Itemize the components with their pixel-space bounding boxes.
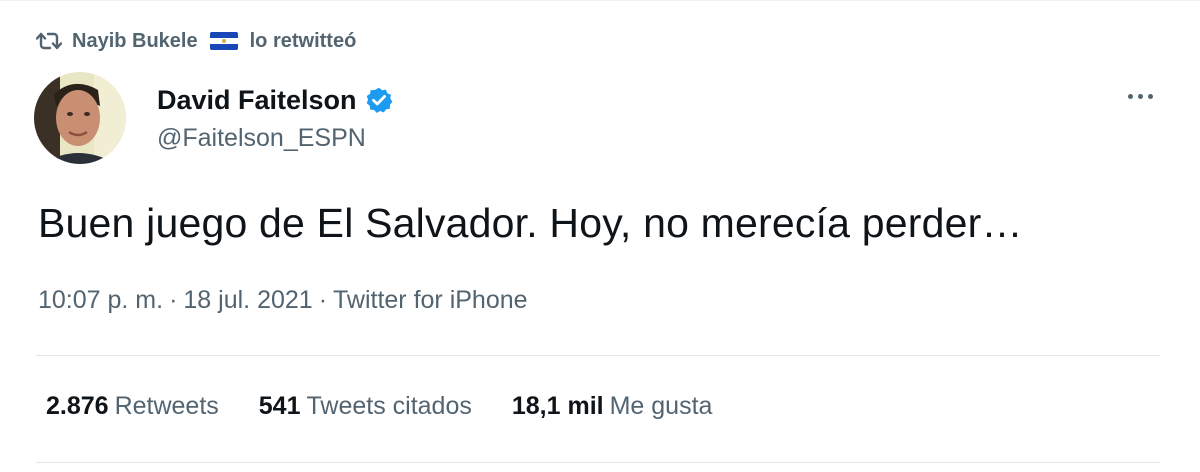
more-options-icon[interactable] (1120, 84, 1160, 108)
quote-tweets-stat[interactable]: 541 Tweets citados (259, 392, 472, 421)
engagement-stats: 2.876 Retweets 541 Tweets citados 18,1 mil… (46, 392, 712, 421)
retweet-suffix: lo retwitteó (249, 29, 357, 52)
likes-label: Me gusta (609, 392, 713, 420)
tweet-meta: 10:07 p. m. · 18 jul. 2021 · Twitter for iPh… (38, 286, 528, 315)
quote-tweets-label: Tweets citados (306, 392, 472, 420)
likes-stat[interactable]: 18,1 mil Me gusta (512, 392, 713, 421)
tweet-date[interactable]: 18 jul. 2021 (183, 286, 312, 314)
author-block[interactable]: David Faitelson @Faitelson_ESPN (157, 80, 393, 153)
retweet-icon (36, 30, 62, 52)
el-salvador-flag-icon (209, 32, 238, 50)
retweets-label: Retweets (114, 392, 219, 420)
retweeter-name[interactable]: Nayib Bukele (72, 30, 198, 53)
author-handle[interactable]: @Faitelson_ESPN (157, 124, 393, 153)
retweets-stat[interactable]: 2.876 Retweets (46, 392, 219, 421)
retweets-count: 2.876 (46, 392, 109, 420)
tweet-time[interactable]: 10:07 p. m. (38, 286, 163, 314)
tweet-text: Buen juego de El Salvador. Hoy, no merec… (38, 200, 1023, 246)
avatar[interactable] (34, 72, 126, 164)
meta-separator: · (318, 286, 328, 314)
likes-count: 18,1 mil (511, 392, 604, 420)
stats-bottom-divider (36, 462, 1160, 463)
tweet-source[interactable]: Twitter for iPhone (333, 286, 528, 314)
stats-top-divider (36, 355, 1160, 356)
retweet-context[interactable]: Nayib Bukele lo retwitteó (36, 26, 356, 56)
verified-badge-icon (365, 86, 393, 114)
author-name[interactable]: David Faitelson (157, 85, 357, 116)
top-divider (0, 0, 1200, 1)
quote-tweets-count: 541 (258, 392, 301, 420)
meta-separator: · (169, 286, 178, 314)
